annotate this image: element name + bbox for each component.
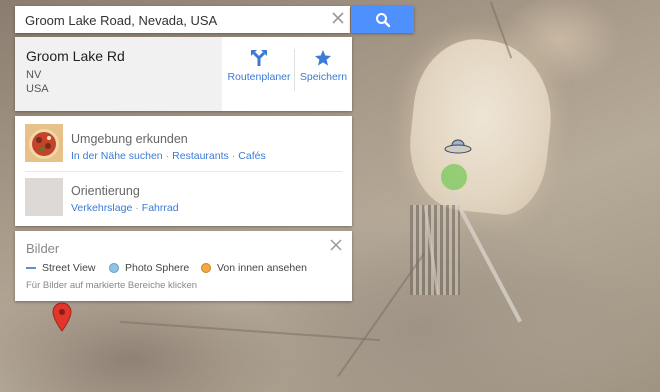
- explore-card: Umgebung erkunden In der Nähe suchen · Res…: [15, 116, 352, 226]
- link-bicycle[interactable]: Fahrrad: [142, 202, 179, 214]
- close-images-button[interactable]: [328, 239, 344, 255]
- inside-view-dot-icon: [201, 263, 211, 274]
- location-pin-icon[interactable]: [50, 302, 74, 332]
- orientation-links: Verkehrslage · Fahrrad: [71, 202, 179, 214]
- directions-label: Routenplaner: [227, 71, 291, 83]
- orientation-title: Orientierung: [71, 184, 140, 198]
- map-road: [120, 320, 380, 342]
- legend-inside-view-label: Von innen ansehen: [217, 262, 307, 274]
- place-state: NV: [26, 69, 42, 81]
- orientation-thumbnail-image[interactable]: [25, 178, 63, 216]
- images-title: Bilder: [26, 241, 60, 256]
- link-cafes[interactable]: Cafés: [238, 150, 265, 162]
- photo-sphere-dot-icon: [109, 263, 119, 274]
- place-country: USA: [26, 83, 49, 95]
- legend-street-view: Street View: [26, 262, 96, 274]
- legend-inside-view: Von innen ansehen: [201, 262, 307, 274]
- place-info: Groom Lake Rd NV USA: [15, 37, 222, 111]
- clear-search-button[interactable]: [329, 10, 347, 28]
- food-thumbnail-image[interactable]: [25, 124, 63, 162]
- images-hint: Für Bilder auf markierte Bereiche klicke…: [26, 280, 198, 291]
- explore-nearby-row: Umgebung erkunden In der Nähe suchen · Res…: [15, 116, 352, 170]
- search-box: [15, 6, 350, 33]
- legend-photo-sphere-label: Photo Sphere: [125, 262, 190, 274]
- explore-nearby-links: In der Nähe suchen · Restaurants · Cafés: [71, 150, 266, 162]
- separator-dot: ·: [165, 150, 170, 162]
- save-button[interactable]: Speichern: [295, 37, 352, 111]
- legend-street-view-label: Street View: [42, 262, 96, 274]
- close-icon: [332, 12, 344, 24]
- separator-dot: ·: [135, 202, 139, 214]
- explore-nearby-title: Umgebung erkunden: [71, 132, 188, 146]
- link-traffic[interactable]: Verkehrslage: [71, 202, 132, 214]
- ufo-icon[interactable]: [444, 138, 472, 156]
- star-icon: [315, 50, 331, 66]
- place-card: Groom Lake Rd NV USA Routenplaner Speich…: [15, 37, 352, 111]
- separator-dot: ·: [231, 150, 236, 162]
- search-button[interactable]: [351, 6, 414, 33]
- search-input[interactable]: [25, 11, 315, 29]
- legend-photo-sphere: Photo Sphere: [109, 262, 189, 274]
- images-card: Bilder Street View Photo Sphere Von inne…: [15, 231, 352, 301]
- directions-icon: [251, 50, 267, 66]
- close-icon: [330, 239, 342, 251]
- link-search-nearby[interactable]: In der Nähe suchen: [71, 150, 163, 162]
- dry-lake-bed: [403, 33, 559, 219]
- photo-marker-green[interactable]: [441, 164, 467, 190]
- explore-orientation-row: Orientierung Verkehrslage · Fahrrad: [15, 172, 352, 226]
- street-view-line-icon: [26, 267, 36, 270]
- place-title: Groom Lake Rd: [26, 48, 125, 64]
- link-restaurants[interactable]: Restaurants: [172, 150, 229, 162]
- directions-button[interactable]: Routenplaner: [225, 37, 293, 111]
- save-label: Speichern: [299, 71, 348, 83]
- search-icon: [376, 13, 391, 28]
